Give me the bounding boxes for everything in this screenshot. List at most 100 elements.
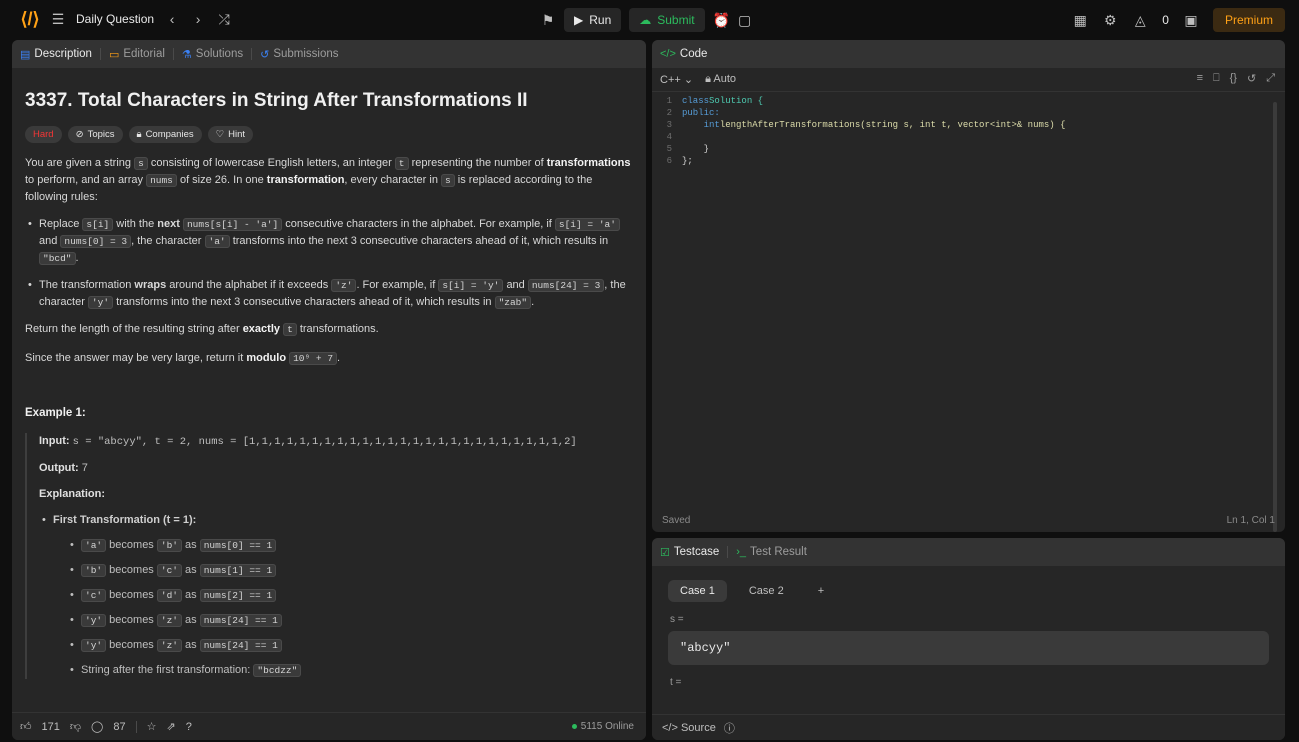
tab-divider <box>727 546 729 558</box>
example-title: Example 1: <box>25 407 86 419</box>
hint-tag[interactable]: ♡ Hint <box>207 126 254 143</box>
tab-submissions[interactable]: ↺ Submissions <box>260 48 338 61</box>
comment-icon[interactable]: ◯ <box>91 720 103 733</box>
alarm-icon[interactable]: ⏰ <box>713 12 730 29</box>
daily-question-link[interactable]: Daily Question <box>76 12 154 26</box>
document-icon: ▤ <box>20 48 31 61</box>
tag-row: Hard ⊘ Topics 🔒︎ Companies ♡ Hint <box>25 126 633 143</box>
chevron-right-icon[interactable]: › <box>190 11 206 27</box>
problem-title: 3337. Total Characters in String After T… <box>25 90 528 111</box>
explanation-list: First Transformation (t = 1): 'a' become… <box>39 512 633 679</box>
shuffle-icon[interactable]: ⤮ <box>216 11 232 28</box>
top-navbar: ⟨/⟩ ☰ Daily Question ‹ › ⤮ ⚑ ▶ Run ☁ Sub… <box>0 0 1299 38</box>
list-item: 'c' becomes 'd' as nums[2] == 1 <box>67 587 633 604</box>
modulo-statement: Since the answer may be very large, retu… <box>25 352 341 365</box>
case-1-tab[interactable]: Case 1 <box>668 580 727 602</box>
left-tabbar: ▤ Description ▭ Editorial ⚗ Solutions ↺ … <box>12 40 646 68</box>
code-panel: </> Code C++ ⌄ 🔒︎ Auto ≡ ⎕ {} ↺ ⤢ 1 class… <box>652 40 1285 532</box>
tab-editorial[interactable]: ▭ Editorial <box>109 48 165 61</box>
case-2-tab[interactable]: Case 2 <box>737 580 796 602</box>
code-line: 4 <box>666 132 672 142</box>
example-block: Input: s = "abcyy", t = 2, nums = [1,1,1… <box>25 433 633 679</box>
editor-status: Saved Ln 1, Col 1 <box>652 508 1285 532</box>
code-line: 5 } <box>666 144 710 154</box>
difficulty-badge: Hard <box>25 126 62 143</box>
language-select[interactable]: C++ ⌄ <box>660 73 693 86</box>
test-footer: </> Source ⓘ <box>652 714 1285 740</box>
premium-button[interactable]: Premium <box>1212 8 1285 32</box>
list-item: 'y' becomes 'z' as nums[24] == 1 <box>67 612 633 629</box>
note-icon[interactable]: ▢ <box>737 12 753 29</box>
upload-cloud-icon: ☁ <box>639 13 652 27</box>
like-count: 171 <box>41 720 60 733</box>
description-panel: ▤ Description ▭ Editorial ⚗ Solutions ↺ … <box>12 40 646 740</box>
editor-scrollbar[interactable] <box>1273 102 1277 532</box>
tab-divider <box>99 48 101 60</box>
code-line: 3 int lengthAfterTransformations(string … <box>666 120 1066 130</box>
flame-icon[interactable]: ◬ <box>1132 12 1148 29</box>
code-editor[interactable]: 1 class Solution { 2 public: 3 int lengthA… <box>652 96 1285 506</box>
list-item: 'a' becomes 'b' as nums[0] == 1 <box>67 537 633 554</box>
gear-icon[interactable]: ⚙ <box>1102 12 1118 29</box>
tab-divider <box>251 48 253 60</box>
code-line: 2 public: <box>666 108 720 118</box>
tab-description[interactable]: ▤ Description <box>20 48 92 61</box>
history-icon: ↺ <box>260 48 270 61</box>
code-tabbar: </> Code <box>652 40 1285 68</box>
play-icon: ▶ <box>574 13 584 27</box>
editor-tools: ≡ ⎕ {} ↺ ⤢ <box>1197 72 1275 85</box>
topics-tag[interactable]: ⊘ Topics <box>67 126 123 143</box>
code-line: 1 class Solution { <box>666 96 764 106</box>
cursor-position: Ln 1, Col 1 <box>1226 514 1275 526</box>
list-item: 'b' becomes 'c' as nums[1] == 1 <box>67 562 633 579</box>
companies-tag[interactable]: 🔒︎ Companies <box>128 126 202 143</box>
tab-solutions[interactable]: ⚗ Solutions <box>182 48 243 61</box>
checkbox-icon: ☑ <box>660 546 670 559</box>
s-input[interactable]: "abcyy" <box>668 631 1269 665</box>
tab-testcase[interactable]: ☑ Testcase <box>660 546 719 559</box>
list-item: 'y' becomes 'z' as nums[24] == 1 <box>67 637 633 654</box>
example-input: Input: s = "abcyy", t = 2, nums = [1,1,1… <box>39 435 577 448</box>
online-count: 5115 Online <box>571 721 634 732</box>
tab-code[interactable]: </> Code <box>660 48 707 60</box>
logo-icon[interactable]: ⟨/⟩ <box>20 9 40 29</box>
submit-button[interactable]: ☁ Submit <box>629 8 705 32</box>
code-line: 6}; <box>666 156 693 166</box>
lock-icon: 🔒︎ <box>136 129 142 140</box>
terminal-icon: ›_ <box>736 546 747 558</box>
t-label: t = <box>670 677 682 688</box>
problem-description: 3337. Total Characters in String After T… <box>12 68 646 710</box>
list-item: Replace s[i] with the next nums[s[i] - '… <box>25 216 633 267</box>
bookmark-icon[interactable]: ⎕ <box>1213 72 1220 85</box>
reset-icon[interactable]: ↺ <box>1247 72 1256 85</box>
share-icon[interactable]: ⇗ <box>166 720 175 733</box>
tab-test-result[interactable]: ›_ Test Result <box>736 546 807 558</box>
testcase-panel: ☑ Testcase ›_ Test Result Case 1 Case 2 … <box>652 538 1285 740</box>
thumbs-up-icon[interactable]: 👍︎ <box>20 720 32 733</box>
thumbs-down-icon[interactable]: 👎︎ <box>70 720 81 733</box>
star-icon[interactable]: ☆ <box>147 720 157 733</box>
avatar-icon[interactable]: ▣ <box>1183 12 1199 29</box>
source-button[interactable]: </> Source <box>662 722 716 734</box>
help-icon[interactable]: ? <box>186 721 192 733</box>
format-icon[interactable]: ≡ <box>1197 72 1203 85</box>
streak-count: 0 <box>1162 13 1169 27</box>
add-case-button[interactable]: + <box>806 580 836 602</box>
chevron-left-icon[interactable]: ‹ <box>164 11 180 27</box>
expand-icon[interactable]: ⤢ <box>1266 72 1275 85</box>
braces-icon[interactable]: {} <box>1230 72 1237 85</box>
rules-list: Replace s[i] with the next nums[s[i] - '… <box>25 216 633 311</box>
code-toolbar: C++ ⌄ 🔒︎ Auto <box>652 68 1285 92</box>
s-label: s = <box>670 614 684 625</box>
description-footer: 👍︎ 171 👎︎ ◯ 87 ☆ ⇗ ? 5115 Online <box>12 712 646 740</box>
list-item: String after the first transformation: "… <box>67 662 633 679</box>
grid-icon[interactable]: ▦ <box>1072 12 1088 29</box>
run-button[interactable]: ▶ Run <box>564 8 622 32</box>
flask-icon: ⚗ <box>181 48 192 61</box>
list-icon[interactable]: ☰ <box>50 11 66 28</box>
debug-icon[interactable]: ⚑ <box>540 12 556 29</box>
help-icon[interactable]: ⓘ <box>724 720 735 736</box>
auto-toggle[interactable]: 🔒︎ Auto <box>705 73 736 86</box>
return-statement: Return the length of the resulting strin… <box>25 323 379 336</box>
comment-count: 87 <box>113 720 126 733</box>
